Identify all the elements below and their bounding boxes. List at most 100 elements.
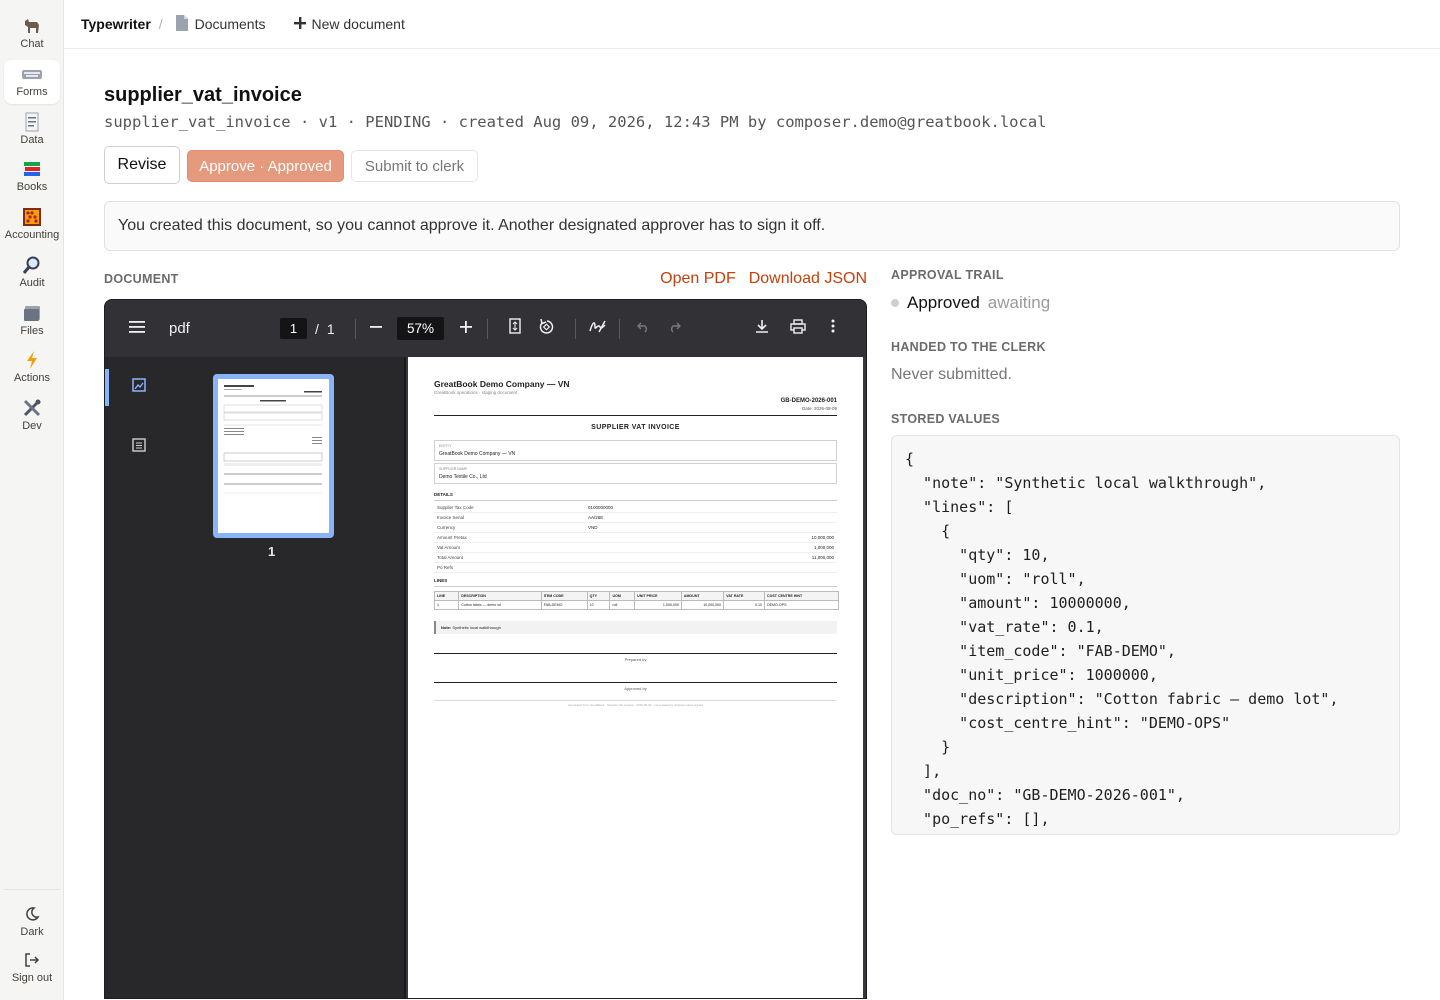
- rail-item-chat[interactable]: Chat: [4, 12, 60, 56]
- pdf-entity-key: ENTITY: [439, 444, 452, 448]
- pdf-detail-key: Total Amount: [437, 555, 464, 560]
- pdf-entity-box: ENTITY GreatBook Demo Company — VN: [434, 440, 837, 461]
- rail-item-files[interactable]: Files: [4, 299, 60, 343]
- approval-trail-entry: Approved awaiting: [891, 293, 1050, 313]
- submit-to-clerk-button[interactable]: Submit to clerk: [351, 150, 478, 182]
- stored-values-panel[interactable]: { "note": "Synthetic local walkthrough",…: [891, 435, 1400, 835]
- print-button[interactable]: [790, 300, 806, 357]
- redo-button[interactable]: [668, 300, 681, 357]
- pdf-company-subtitle: GreatBook operations · staging document: [434, 390, 518, 395]
- rail-divider: [4, 889, 60, 890]
- document-icon: [174, 14, 190, 35]
- thumbnails-tab[interactable]: [132, 378, 146, 397]
- rail-item-accounting[interactable]: Accounting: [4, 203, 60, 247]
- receipt-icon: [24, 112, 40, 132]
- outline-tab[interactable]: [132, 438, 146, 457]
- download-button[interactable]: [755, 300, 769, 357]
- pdf-heading: SUPPLIER VAT INVOICE: [591, 424, 680, 431]
- table-cell: 10: [586, 600, 611, 610]
- download-icon: [755, 319, 769, 338]
- pdf-detail-value: 0100000000: [588, 505, 614, 510]
- undo-icon: [637, 320, 650, 338]
- pdf-footer: Generated from GreatBook · Supplier Vat …: [434, 700, 837, 707]
- rail-item-label: Dev: [22, 420, 42, 432]
- pdf-detail-row: Vat Amount 1,000,000: [434, 543, 837, 553]
- document-section-label: DOCUMENT: [104, 272, 179, 286]
- pdf-toolbar: pdf 1 / 1 57%: [105, 300, 866, 357]
- sign-out-button[interactable]: Sign out: [4, 946, 60, 990]
- magnifier-icon: [22, 255, 42, 275]
- rail-item-dev[interactable]: Dev: [4, 394, 60, 438]
- document-links: Open PDF Download JSON: [660, 270, 867, 288]
- table-cell: 10,000,000: [680, 600, 725, 610]
- pdf-table-header: UNIT PRICE: [634, 591, 682, 601]
- pdf-section-rule: [434, 586, 837, 587]
- pdf-thumbnail-sidebar: 1: [105, 357, 406, 998]
- pdf-company-name: GreatBook Demo Company — VN: [434, 379, 570, 389]
- image-icon: [132, 378, 146, 396]
- pdf-table-header: LINE: [433, 591, 460, 601]
- rail-item-label: Books: [16, 181, 48, 193]
- table-row: 1 Cotton fabric — demo lot FAB-DEMO 10 r…: [433, 600, 839, 610]
- rail-item-actions[interactable]: Actions: [4, 346, 60, 390]
- rail-item-audit[interactable]: Audit: [4, 251, 60, 295]
- redo-icon: [668, 320, 681, 338]
- zoom-level-input[interactable]: 57%: [397, 317, 444, 340]
- revise-button[interactable]: Revise: [104, 146, 180, 184]
- rail-item-forms[interactable]: Forms: [4, 60, 60, 104]
- annotate-button[interactable]: [589, 300, 606, 357]
- table-cell: FAB-DEMO: [540, 600, 588, 610]
- pdf-detail-value: 11,000,000: [811, 555, 834, 560]
- plus-icon: [460, 320, 472, 338]
- pdf-detail-key: Vat Amount: [437, 545, 460, 550]
- pdf-prepared-by: Prepared by: [434, 653, 837, 662]
- zoom-out-button[interactable]: [370, 300, 382, 357]
- pdf-approved-by: Approved by: [434, 682, 837, 691]
- new-document-link-label: New document: [311, 16, 405, 32]
- table-cell: Cotton fabric — demo lot: [458, 600, 542, 610]
- zoom-in-button[interactable]: [460, 300, 472, 357]
- abacus-icon: [22, 207, 42, 227]
- approval-notice: You created this document, so you cannot…: [104, 201, 1400, 251]
- download-json-link[interactable]: Download JSON: [749, 270, 867, 288]
- zoom-level[interactable]: 57%: [397, 300, 444, 357]
- pdf-page-area: GreatBook Demo Company — VN GreatBook op…: [406, 357, 866, 998]
- documents-link[interactable]: Documents: [174, 14, 265, 35]
- pdf-entity-value: GreatBook Demo Company — VN: [439, 451, 516, 457]
- pdf-table-header: AMOUNT: [680, 591, 725, 601]
- pdf-viewer: pdf 1 / 1 57% 1 GreatBook Demo Company —…: [104, 299, 867, 999]
- open-pdf-link[interactable]: Open PDF: [660, 270, 736, 288]
- pdf-title: pdf: [169, 320, 190, 337]
- rotate-button[interactable]: [538, 300, 555, 357]
- sidebar-menu-button[interactable]: [129, 300, 145, 357]
- dark-mode-toggle[interactable]: Dark: [4, 900, 60, 944]
- brand-link[interactable]: Typewriter: [81, 16, 151, 32]
- more-options-button[interactable]: [831, 300, 835, 357]
- pdf-table-header: QTY: [586, 591, 611, 601]
- pdf-table-header: ITEM CODE: [540, 591, 588, 601]
- pdf-detail-row: Invoice Serial AA/26E: [434, 513, 837, 523]
- approve-button[interactable]: Approve · Approved: [187, 150, 344, 182]
- fit-page-button[interactable]: [509, 300, 521, 357]
- keyboard-icon: [21, 64, 43, 84]
- fit-page-icon: [509, 318, 521, 339]
- pdf-detail-key: Amount Pretax: [437, 535, 467, 540]
- page-thumbnail[interactable]: [213, 374, 334, 538]
- top-bar: Typewriter / Documents New document: [64, 0, 1440, 49]
- signature-icon: [589, 319, 606, 339]
- pdf-table-header: DESCRIPTION: [458, 591, 542, 601]
- document-meta: supplier_vat_invoice · v1 · PENDING · cr…: [104, 113, 1047, 131]
- minus-icon: [370, 320, 382, 338]
- rotate-icon: [538, 318, 555, 340]
- toolbar-divider: [575, 319, 576, 339]
- tools-icon: [22, 398, 42, 418]
- table-cell: 1: [433, 600, 460, 610]
- undo-button[interactable]: [637, 300, 650, 357]
- status-dot: [891, 299, 899, 307]
- new-document-link[interactable]: New document: [294, 16, 405, 32]
- rail-item-data[interactable]: Data: [4, 108, 60, 152]
- print-icon: [790, 318, 806, 339]
- rail-item-books[interactable]: Books: [4, 155, 60, 199]
- table-cell: roll: [609, 600, 636, 610]
- page-number-input[interactable]: 1: [280, 318, 307, 339]
